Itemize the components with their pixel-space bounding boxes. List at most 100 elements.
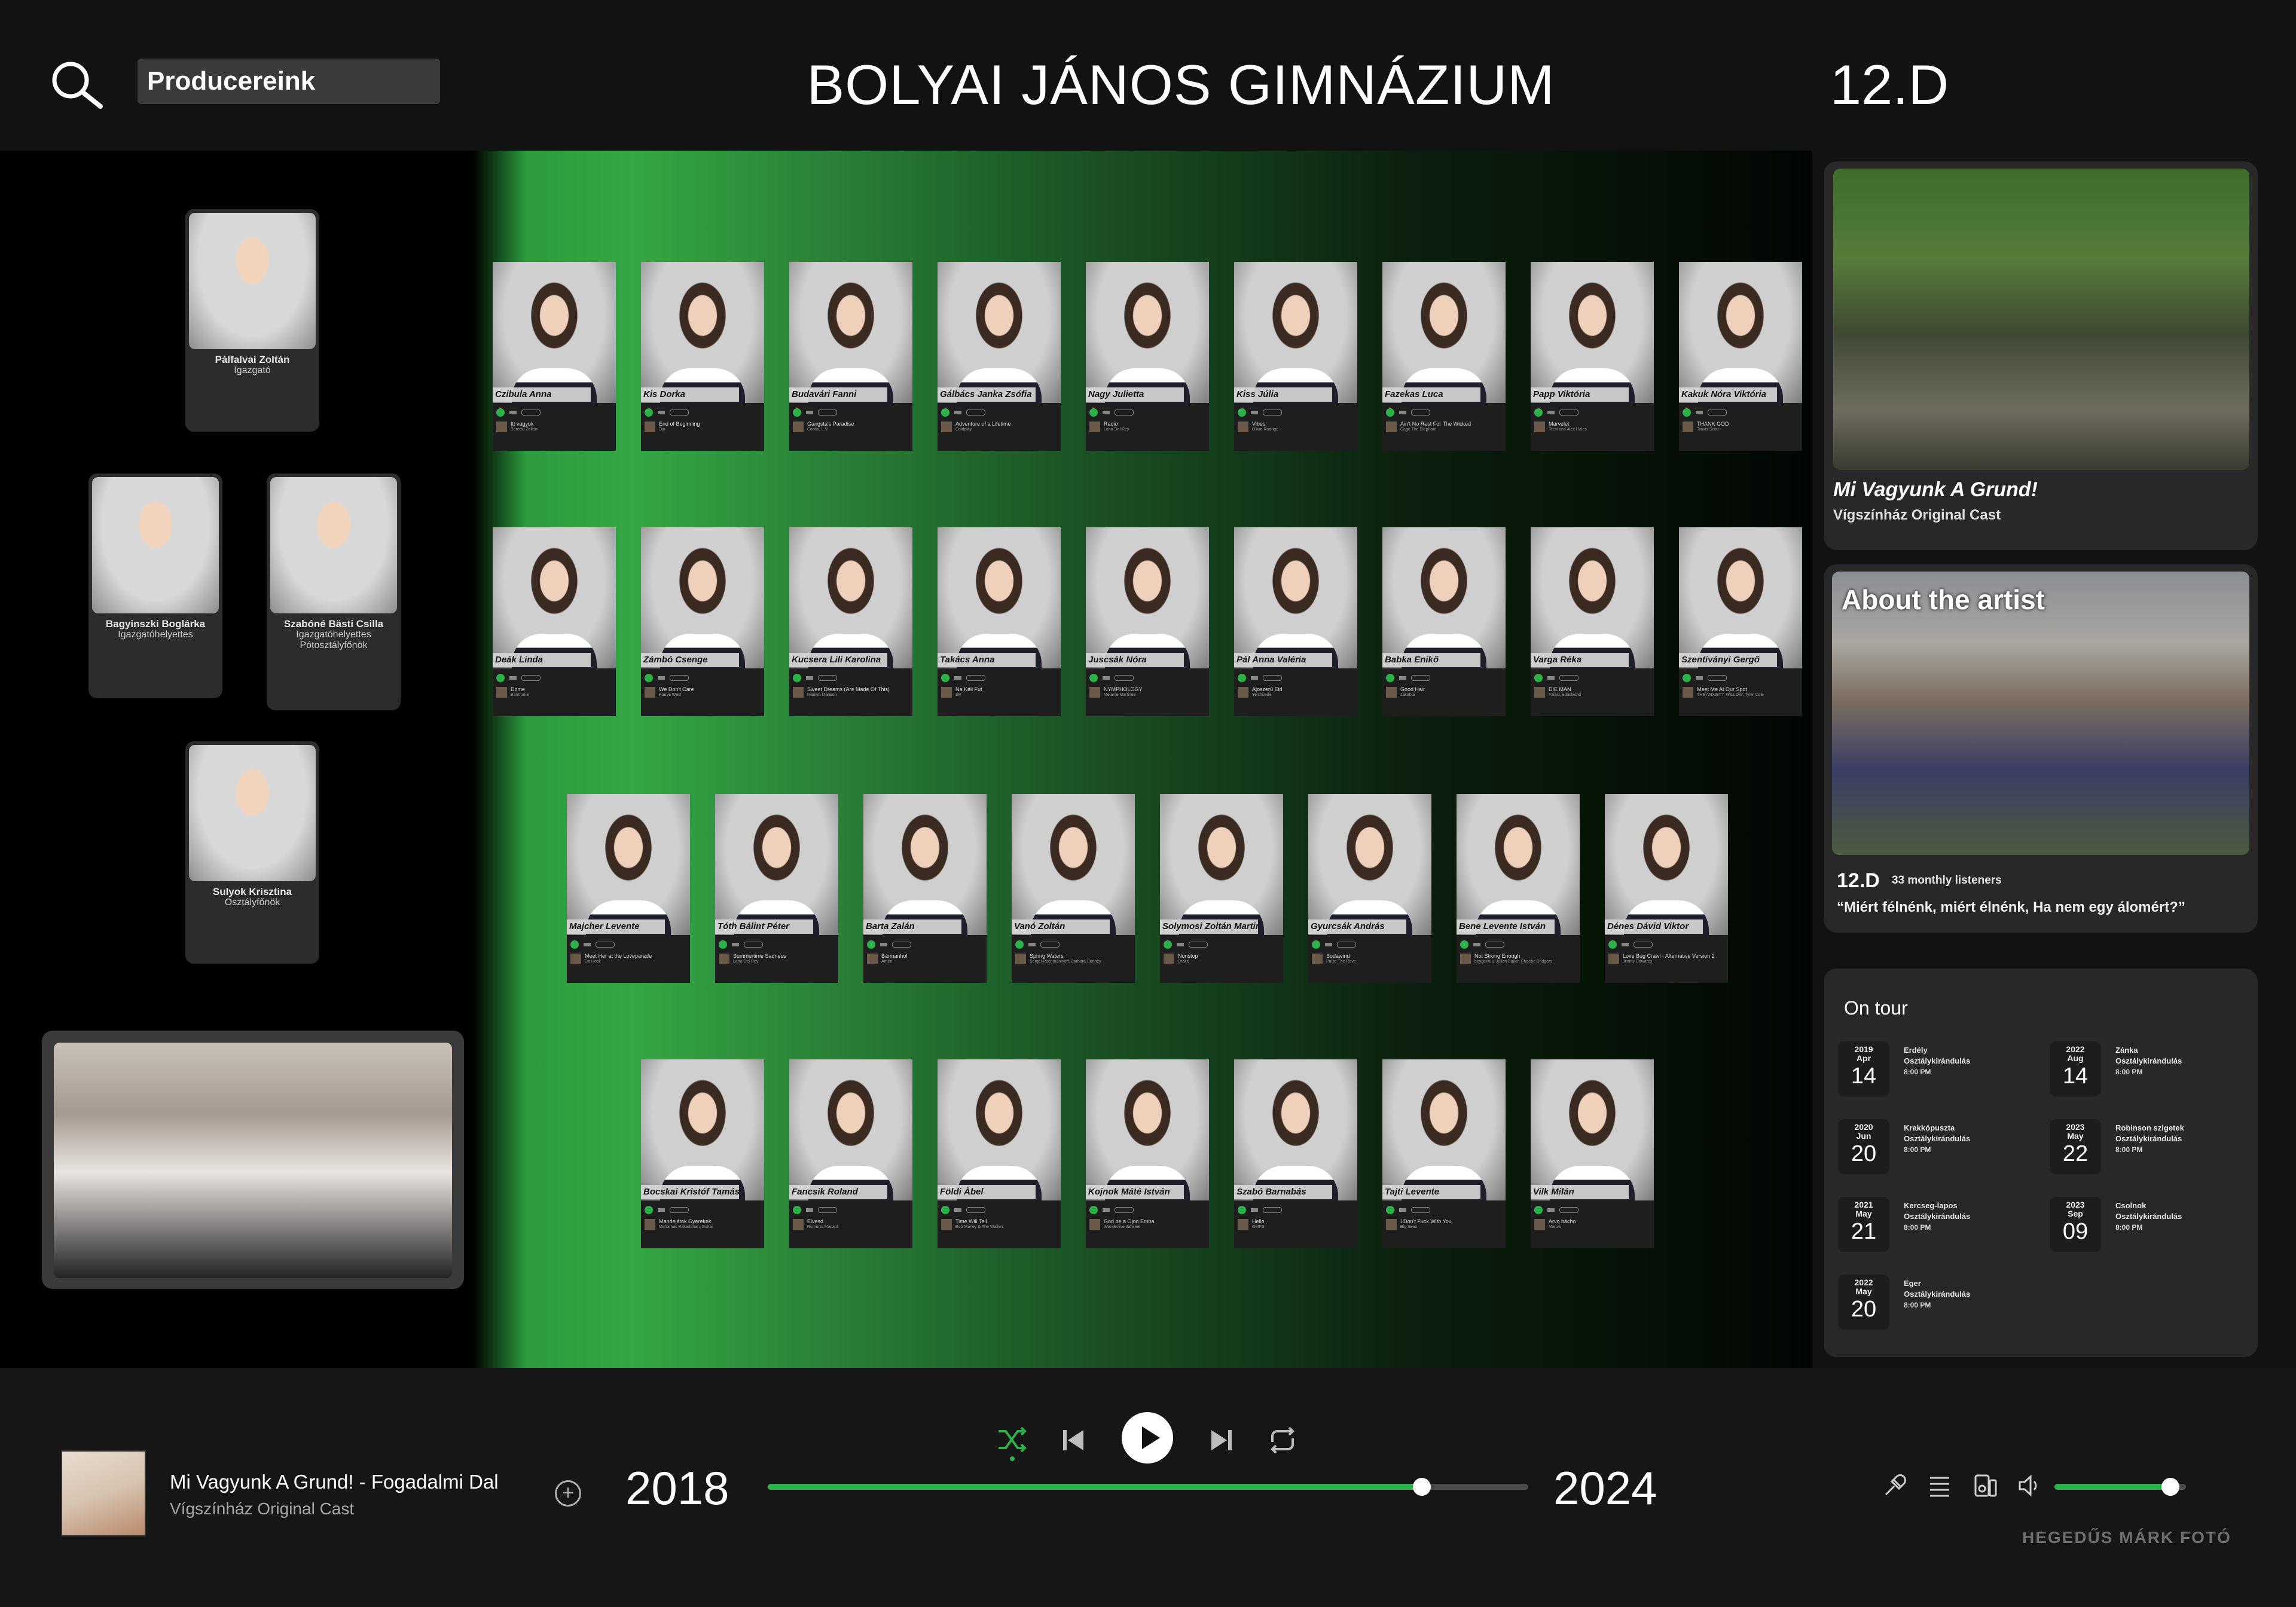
volume-handle[interactable] — [2161, 1478, 2179, 1496]
next-icon[interactable] — [1207, 1425, 1236, 1455]
follow-badge[interactable] — [966, 1207, 985, 1213]
student-song[interactable]: We Don't Care Kanye West — [641, 685, 764, 699]
album-cover[interactable] — [61, 1450, 146, 1536]
shuffle-icon[interactable] — [509, 411, 517, 414]
follow-badge[interactable] — [1040, 942, 1060, 948]
shuffle-icon[interactable] — [1251, 676, 1258, 680]
student-song[interactable]: NYMPHOLOGY Melanie Martinez — [1086, 685, 1209, 699]
tour-item[interactable]: 2022 May 20 Eger Osztálykirándulás 8:00 … — [1838, 1275, 2035, 1334]
shuffle-icon[interactable] — [806, 676, 813, 680]
now-playing-title[interactable]: Mi Vagyunk A Grund! - Fogadalmi Dal — [170, 1471, 499, 1493]
shuffle-icon[interactable] — [1325, 943, 1332, 946]
follow-badge[interactable] — [892, 942, 911, 948]
student-song[interactable]: Sodawind Pulse The Rave — [1308, 952, 1431, 966]
play-icon[interactable] — [1238, 408, 1246, 417]
volume-icon[interactable] — [2016, 1472, 2044, 1499]
mic-icon[interactable] — [1881, 1472, 1909, 1499]
shuffle-icon[interactable] — [1103, 411, 1110, 414]
tour-item[interactable]: 2023 May 22 Robinson szigetek Osztálykir… — [2050, 1119, 2247, 1179]
play-icon[interactable] — [941, 1206, 949, 1214]
previous-icon[interactable] — [1058, 1425, 1088, 1455]
play-icon[interactable] — [793, 674, 801, 682]
student-card[interactable]: Fancsik Roland Elvesd Rumurtu Macaol — [789, 1059, 912, 1248]
student-song[interactable]: THANK GOD Travis Scott — [1679, 420, 1802, 433]
student-song[interactable]: Sweet Dreams (Are Made Of This) Marilyn … — [789, 685, 912, 699]
student-card[interactable]: Kojnok Máté István God be a Ojoo Emba Wo… — [1086, 1059, 1209, 1248]
shuffle-icon[interactable] — [509, 676, 517, 680]
play-button[interactable] — [1122, 1412, 1173, 1464]
student-song[interactable]: Meet Me At Our Spot THE ANXIETY, WILLOW,… — [1679, 685, 1802, 699]
student-song[interactable]: I Don't Fuck With You Big Sean — [1382, 1217, 1506, 1231]
follow-badge[interactable] — [1559, 1207, 1578, 1213]
student-song[interactable]: Ajoszerű Eid Yelchuede — [1234, 685, 1357, 699]
play-icon[interactable] — [793, 408, 801, 417]
play-icon[interactable] — [793, 1206, 801, 1214]
shuffle-icon[interactable] — [1251, 1208, 1258, 1212]
play-icon[interactable] — [941, 408, 949, 417]
student-song[interactable]: Hello OMFG — [1234, 1217, 1357, 1231]
follow-badge[interactable] — [818, 1207, 837, 1213]
follow-badge[interactable] — [818, 675, 837, 681]
student-card[interactable]: Barta Zalán Bármanhol Amén — [863, 794, 987, 983]
student-song[interactable]: Meet Her at the Loveparade Da Hool — [567, 952, 690, 966]
follow-badge[interactable] — [1115, 1207, 1134, 1213]
student-card[interactable]: Czibula Anna Itt vagyok Berecki Zoltán — [493, 262, 616, 451]
follow-badge[interactable] — [1411, 675, 1430, 681]
tour-item[interactable]: 2019 Apr 14 Erdély Osztálykirándulás 8:0… — [1838, 1041, 2035, 1101]
student-card[interactable]: Bene Levente István Not Strong Enough bo… — [1457, 794, 1580, 983]
follow-badge[interactable] — [1115, 675, 1134, 681]
student-card[interactable]: Takács Anna Na Kéli Fut SP — [938, 527, 1061, 716]
play-icon[interactable] — [1534, 674, 1543, 682]
shuffle-icon[interactable] — [995, 1423, 1028, 1456]
staff-card[interactable]: Sulyok Krisztina Osztályfőnök — [185, 741, 319, 964]
student-card[interactable]: Kucsera Lili Karolina Sweet Dreams (Are … — [789, 527, 912, 716]
student-song[interactable]: Bármanhol Amén — [863, 952, 987, 966]
follow-badge[interactable] — [1559, 410, 1578, 416]
student-card[interactable]: Vanó Zoltán Spring Waters Sergei Rachman… — [1012, 794, 1135, 983]
progress-handle[interactable] — [1412, 1478, 1431, 1496]
student-card[interactable]: Bocskai Kristóf Tamás Mandejátok Gyereke… — [641, 1059, 764, 1248]
student-card[interactable]: Földi Ábel Time Will Tell Bob Marley & T… — [938, 1059, 1061, 1248]
tour-item[interactable]: 2023 Sep 09 Csolnok Osztálykirándulás 8:… — [2050, 1197, 2247, 1257]
search-input[interactable]: Producereink — [138, 59, 440, 104]
student-card[interactable]: Zámbó Csenge We Don't Care Kanye West — [641, 527, 764, 716]
shuffle-icon[interactable] — [1399, 411, 1406, 414]
shuffle-icon[interactable] — [1103, 1208, 1110, 1212]
student-song[interactable]: Nonstop Drake — [1160, 952, 1283, 966]
play-icon[interactable] — [645, 1206, 653, 1214]
student-card[interactable]: Kis Dorka End of Beginning Djo — [641, 262, 764, 451]
follow-badge[interactable] — [1263, 675, 1282, 681]
follow-badge[interactable] — [1708, 410, 1727, 416]
shuffle-icon[interactable] — [954, 1208, 961, 1212]
student-song[interactable]: Vibes Olivia Rodrigo — [1234, 420, 1357, 433]
shuffle-icon[interactable] — [1696, 676, 1703, 680]
play-icon[interactable] — [1089, 408, 1098, 417]
play-icon[interactable] — [1386, 674, 1394, 682]
student-card[interactable]: Kiss Júlia Vibes Olivia Rodrigo — [1234, 262, 1357, 451]
play-icon[interactable] — [1015, 940, 1024, 949]
play-icon[interactable] — [496, 408, 505, 417]
play-icon[interactable] — [941, 674, 949, 682]
student-song[interactable]: Marvelet Ricsi and Alex Hales — [1531, 420, 1654, 433]
student-card[interactable]: Papp Viktória Marvelet Ricsi and Alex Ha… — [1531, 262, 1654, 451]
follow-badge[interactable] — [1411, 1207, 1430, 1213]
play-icon[interactable] — [867, 940, 875, 949]
student-song[interactable]: End of Beginning Djo — [641, 420, 764, 433]
student-song[interactable]: Good Hair Jakabia — [1382, 685, 1506, 699]
student-song[interactable]: Dome Bantrume — [493, 685, 616, 699]
play-icon[interactable] — [1534, 1206, 1543, 1214]
follow-badge[interactable] — [670, 675, 689, 681]
student-card[interactable]: Szabó Barnabás Hello OMFG — [1234, 1059, 1357, 1248]
play-icon[interactable] — [570, 940, 579, 949]
follow-badge[interactable] — [670, 410, 689, 416]
shuffle-icon[interactable] — [1028, 943, 1036, 946]
student-song[interactable]: God be a Ojoo Emba Wonderlive Jahseel — [1086, 1217, 1209, 1231]
student-song[interactable]: Gangsta's Paradise Coolio, L.V. — [789, 420, 912, 433]
follow-badge[interactable] — [966, 675, 985, 681]
student-song[interactable]: DIE MAN Falaxi, eduskkind — [1531, 685, 1654, 699]
search-icon[interactable] — [48, 57, 108, 111]
student-card[interactable]: Gálbács Janka Zsófia Adventure of a Life… — [938, 262, 1061, 451]
play-icon[interactable] — [1534, 408, 1543, 417]
shuffle-icon[interactable] — [1251, 411, 1258, 414]
tour-item[interactable]: 2021 May 21 Kercseg-lapos Osztálykirándu… — [1838, 1197, 2035, 1257]
